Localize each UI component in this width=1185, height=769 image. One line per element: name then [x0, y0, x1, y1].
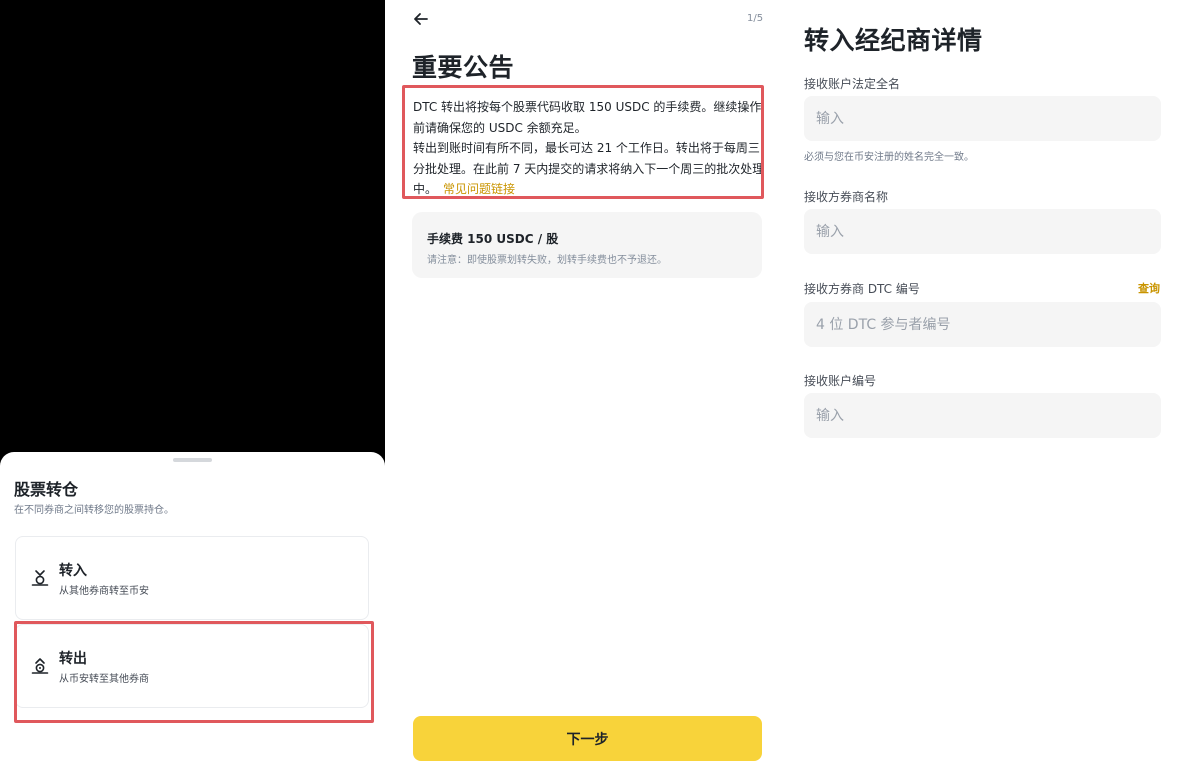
dtc-number-label: 接收方券商 DTC 编号 — [804, 282, 920, 296]
dtc-number-input[interactable] — [804, 302, 1161, 347]
transfer-out-highlight — [14, 621, 374, 723]
transfer-in-option[interactable]: 转入 从其他券商转至币安 — [15, 536, 369, 620]
broker-details-panel: 转入经纪商详情 接收账户法定全名 必须与您在币安注册的姓名完全一致。 接收方券商… — [785, 0, 1185, 769]
transfer-sheet-panel: 股票转仓 在不同券商之间转移您的股票持仓。 转入 从其他券商转至币安 转出 从币… — [0, 0, 385, 769]
notice-panel: 1/5 重要公告 DTC 转出将按每个股票代码收取 150 USDC 的手续费。… — [385, 0, 785, 769]
next-step-button[interactable]: 下一步 — [413, 716, 762, 761]
account-number-input[interactable] — [804, 393, 1161, 438]
back-arrow-icon[interactable] — [411, 9, 431, 29]
fee-title: 手续费 150 USDC / 股 — [427, 232, 559, 246]
sheet-title: 股票转仓 — [14, 480, 79, 499]
form-title: 转入经纪商详情 — [804, 26, 983, 55]
full-name-input[interactable] — [804, 96, 1161, 141]
drag-handle[interactable] — [173, 458, 212, 462]
notice-title: 重要公告 — [412, 53, 515, 82]
full-name-hint: 必须与您在币安注册的姓名完全一致。 — [804, 152, 974, 163]
transfer-in-icon — [31, 570, 49, 586]
broker-name-input[interactable] — [804, 209, 1161, 254]
transfer-in-title: 转入 — [59, 563, 87, 579]
sheet-subtitle: 在不同券商之间转移您的股票持仓。 — [14, 505, 174, 516]
dtc-query-link[interactable]: 查询 — [1138, 280, 1160, 296]
full-name-label: 接收账户法定全名 — [804, 77, 901, 91]
page-indicator: 1/5 — [747, 13, 764, 24]
notice-highlight — [402, 85, 764, 199]
transfer-in-desc: 从其他券商转至币安 — [59, 586, 149, 597]
fee-note: 请注意：即使股票划转失败，划转手续费也不予退还。 — [427, 255, 667, 266]
account-number-label: 接收账户编号 — [804, 374, 877, 388]
fee-card: 手续费 150 USDC / 股 请注意：即使股票划转失败，划转手续费也不予退还… — [412, 212, 762, 278]
broker-name-label: 接收方券商名称 — [804, 190, 889, 204]
